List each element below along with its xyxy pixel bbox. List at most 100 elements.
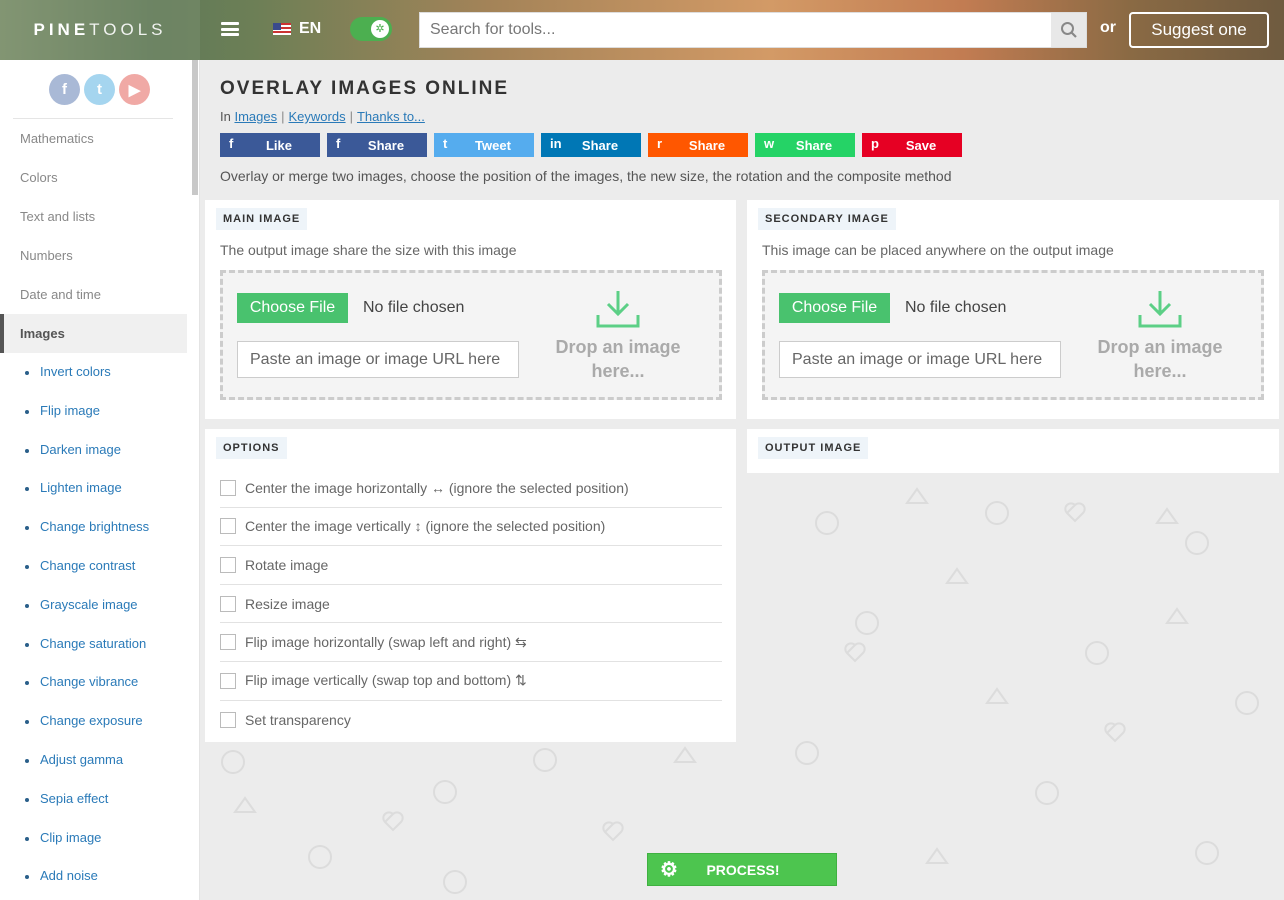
suggest-button[interactable]: Suggest one bbox=[1129, 12, 1269, 48]
sidebar-item-darken-image[interactable]: Darken image bbox=[0, 431, 199, 470]
main-image-subtitle: The output image share the size with thi… bbox=[220, 242, 517, 258]
whatsapp-share-button[interactable]: w Share bbox=[755, 133, 855, 157]
or-text: or bbox=[1100, 19, 1116, 36]
sidebar-item-change-vibrance[interactable]: Change vibrance bbox=[0, 663, 199, 702]
checkbox[interactable] bbox=[220, 518, 236, 535]
breadcrumb-link-images[interactable]: Images bbox=[234, 109, 277, 124]
sidebar-item-invert-colors[interactable]: Invert colors bbox=[0, 353, 199, 392]
option-set-transparency[interactable]: Set transparency bbox=[220, 701, 722, 740]
pinterest-icon: p bbox=[871, 136, 879, 151]
sidebar-item-flip-image[interactable]: Flip image bbox=[0, 392, 199, 431]
share-buttons: f Like f Share t Tweet in Share r Share w Shar… bbox=[220, 133, 962, 157]
checkbox[interactable] bbox=[220, 479, 236, 496]
secondary-image-dropzone[interactable]: Choose File No file chosen Drop an image… bbox=[762, 270, 1264, 400]
checkbox[interactable] bbox=[220, 711, 236, 728]
gear-icon: ⚙ bbox=[660, 859, 678, 881]
language-selector[interactable]: EN bbox=[273, 20, 321, 38]
sidebar-category-colors[interactable]: Colors bbox=[0, 158, 199, 197]
sidebar-category-mathematics[interactable]: Mathematics bbox=[0, 119, 199, 158]
checkbox[interactable] bbox=[220, 672, 236, 689]
main-drop-text: Drop an image here... bbox=[555, 337, 681, 381]
main-image-tag: MAIN IMAGE bbox=[216, 208, 308, 230]
twitter-icon[interactable]: t bbox=[84, 74, 115, 105]
sidebar-item-clip-image[interactable]: Clip image bbox=[0, 819, 199, 858]
options-panel: OPTIONS Center the image horizontally ↔ … bbox=[205, 429, 736, 742]
download-icon bbox=[596, 291, 640, 328]
main-content: OVERLAY IMAGES ONLINE In Images | Keywords… bbox=[205, 60, 1284, 900]
social-links: f t ▶ bbox=[0, 60, 199, 118]
main-image-dropzone[interactable]: Choose File No file chosen Drop an image… bbox=[220, 270, 722, 400]
facebook-share-button[interactable]: f Share bbox=[327, 133, 427, 157]
option-rotate-image[interactable]: Rotate image bbox=[220, 546, 722, 585]
breadcrumb-link-thanks[interactable]: Thanks to... bbox=[357, 109, 425, 124]
secondary-choose-file-button[interactable]: Choose File bbox=[779, 293, 890, 323]
main-no-file-text: No file chosen bbox=[363, 299, 465, 316]
process-button[interactable]: ⚙ PROCESS! bbox=[647, 853, 837, 886]
sidebar-item-add-noise[interactable]: Add noise bbox=[0, 857, 199, 896]
sidebar-item-grayscale-image[interactable]: Grayscale image bbox=[0, 586, 199, 625]
secondary-no-file-text: No file chosen bbox=[905, 299, 1007, 316]
secondary-image-tag: SECONDARY IMAGE bbox=[758, 208, 896, 230]
download-icon bbox=[1138, 291, 1182, 328]
secondary-image-subtitle: This image can be placed anywhere on the… bbox=[762, 242, 1114, 258]
secondary-image-panel: SECONDARY IMAGE This image can be placed… bbox=[747, 200, 1279, 419]
sidebar-category-date-time[interactable]: Date and time bbox=[0, 275, 199, 314]
reddit-share-button[interactable]: r Share bbox=[648, 133, 748, 157]
sidebar-item-change-contrast[interactable]: Change contrast bbox=[0, 547, 199, 586]
menu-icon[interactable] bbox=[221, 22, 239, 36]
sidebar-scrollbar[interactable] bbox=[192, 60, 198, 195]
sidebar-category-images[interactable]: Images bbox=[0, 314, 187, 353]
main-image-panel: MAIN IMAGE The output image share the si… bbox=[205, 200, 736, 419]
option-resize-image[interactable]: Resize image bbox=[220, 585, 722, 624]
checkbox[interactable] bbox=[220, 556, 236, 573]
page-title: OVERLAY IMAGES ONLINE bbox=[220, 78, 510, 99]
facebook-icon: f bbox=[336, 136, 341, 151]
sidebar-item-adjust-gamma[interactable]: Adjust gamma bbox=[0, 741, 199, 780]
option-center-vertically[interactable]: Center the image vertically ↕ (ignore th… bbox=[220, 508, 722, 547]
linkedin-icon: in bbox=[550, 136, 562, 151]
tool-description: Overlay or merge two images, choose the … bbox=[220, 168, 952, 184]
sidebar-item-change-exposure[interactable]: Change exposure bbox=[0, 702, 199, 741]
option-center-horizontally[interactable]: Center the image horizontally ↔ (ignore … bbox=[220, 469, 722, 508]
logo[interactable]: PINE TOOLS bbox=[0, 0, 200, 60]
search-input[interactable] bbox=[420, 13, 1050, 47]
top-header: PINETOOLS EN ✲ or Suggest one bbox=[0, 0, 1284, 60]
sidebar-item-lighten-image[interactable]: Lighten image bbox=[0, 469, 199, 508]
facebook-icon[interactable]: f bbox=[49, 74, 80, 105]
youtube-icon[interactable]: ▶ bbox=[119, 74, 150, 105]
background-pattern bbox=[795, 487, 1259, 865]
reddit-icon: r bbox=[657, 136, 663, 151]
output-image-panel: OUTPUT IMAGE bbox=[747, 429, 1279, 473]
checkbox[interactable] bbox=[220, 595, 236, 612]
sidebar-item-change-brightness[interactable]: Change brightness bbox=[0, 508, 199, 547]
sidebar-item-change-saturation[interactable]: Change saturation bbox=[0, 625, 199, 664]
logo-light: TOOLS bbox=[89, 20, 167, 39]
output-image-tag: OUTPUT IMAGE bbox=[758, 437, 869, 459]
search-button[interactable] bbox=[1051, 13, 1086, 47]
sidebar-category-numbers[interactable]: Numbers bbox=[0, 236, 199, 275]
checkbox[interactable] bbox=[220, 634, 236, 651]
search-icon bbox=[1060, 22, 1077, 38]
search-box bbox=[419, 12, 1087, 48]
main-choose-file-button[interactable]: Choose File bbox=[237, 293, 348, 323]
breadcrumb: In Images | Keywords | Thanks to... bbox=[220, 109, 425, 124]
linkedin-share-button[interactable]: in Share bbox=[541, 133, 641, 157]
sidebar-category-text-lists[interactable]: Text and lists bbox=[0, 197, 199, 236]
twitter-icon: t bbox=[443, 136, 448, 151]
sun-icon: ✲ bbox=[371, 20, 389, 38]
us-flag-icon bbox=[273, 23, 291, 35]
dark-mode-toggle[interactable]: ✲ bbox=[350, 17, 392, 41]
secondary-drop-text: Drop an image here... bbox=[1097, 337, 1223, 381]
logo-bold: PINE bbox=[33, 20, 90, 39]
option-flip-horizontally[interactable]: Flip image horizontally (swap left and r… bbox=[220, 623, 722, 662]
facebook-like-button[interactable]: f Like bbox=[220, 133, 320, 157]
twitter-tweet-button[interactable]: t Tweet bbox=[434, 133, 534, 157]
facebook-icon: f bbox=[229, 136, 234, 151]
option-flip-vertically[interactable]: Flip image vertically (swap top and bott… bbox=[220, 662, 722, 701]
language-label: EN bbox=[299, 20, 322, 37]
secondary-image-url-input[interactable] bbox=[779, 341, 1061, 378]
pinterest-save-button[interactable]: p Save bbox=[862, 133, 962, 157]
main-image-url-input[interactable] bbox=[237, 341, 519, 378]
sidebar-item-sepia-effect[interactable]: Sepia effect bbox=[0, 780, 199, 819]
breadcrumb-link-keywords[interactable]: Keywords bbox=[289, 109, 346, 124]
